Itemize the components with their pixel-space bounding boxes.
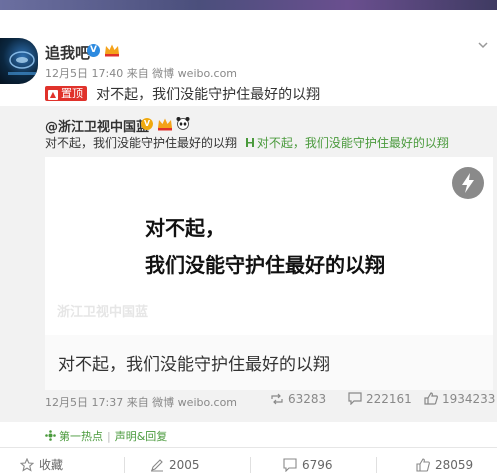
repost-link[interactable]: 对不起，我们没能守护住最好的以翔 <box>241 136 449 150</box>
repost-button-count: 2005 <box>169 458 200 472</box>
watermark: 浙江卫视中国蓝 <box>57 305 149 320</box>
like-button-count: 28059 <box>435 458 474 472</box>
pinned-label: 置顶 <box>61 87 83 100</box>
comment-count-value: 222161 <box>366 392 412 406</box>
repost-count-value: 63283 <box>288 392 327 406</box>
repost-body: 对不起，我们没能守护住最好的以翔 <box>45 136 238 150</box>
repost-author[interactable]: @浙江卫视中国蓝 <box>45 116 149 135</box>
crown-badge-icon <box>105 44 119 57</box>
caption-text: 对不起，我们没能守护住最好的以翔 <box>58 355 330 375</box>
favorite-button[interactable]: 收藏 <box>19 457 64 473</box>
edit-icon <box>151 459 163 472</box>
action-separator <box>250 457 251 473</box>
pin-arrow-icon: ▲ <box>48 90 58 100</box>
chevron-down-icon[interactable] <box>478 40 488 50</box>
repost-icon <box>271 393 283 405</box>
verified-gold-icon: V <box>141 118 153 130</box>
weibo-card: 追我吧 V 12月5日 17:40 来自 微博 weibo.com ▲ 置顶 对不… <box>0 10 497 473</box>
crown-badge-icon <box>158 118 172 131</box>
repost-block: @浙江卫视中国蓝 V 对不起，我们没能守护住最好的以翔 对不起，我们没能守护住最… <box>0 106 497 422</box>
post-text: 对不起，我们没能守护住最好的以翔 <box>96 86 321 103</box>
repost-link-text[interactable]: 对不起，我们没能守护住最好的以翔 <box>257 136 449 150</box>
repost-text: 对不起，我们没能守护住最好的以翔 对不起，我们没能守护住最好的以翔 <box>45 134 449 151</box>
comment-icon <box>348 392 362 406</box>
author-name[interactable]: 追我吧 <box>45 42 90 63</box>
thumbs-up-icon <box>424 392 438 405</box>
comment-button-count: 6796 <box>302 458 333 472</box>
action-separator <box>124 457 125 473</box>
video-link-icon <box>245 138 254 147</box>
comment-icon <box>283 458 297 473</box>
like-button[interactable]: 28059 <box>416 457 473 473</box>
repost-count[interactable]: 63283 <box>270 392 326 406</box>
comment-button[interactable]: 6796 <box>283 457 333 473</box>
post-meta: 12月5日 17:40 来自 微博 weibo.com <box>45 67 238 80</box>
thumbs-up-icon <box>416 458 430 472</box>
topic-row: 第一热点 | 声明&回复 <box>45 428 167 444</box>
media-text-line2: 我们没能守护住最好的以翔 <box>145 253 385 277</box>
panda-icon <box>176 117 190 130</box>
divider <box>0 447 497 448</box>
media-text-line1: 对不起， <box>145 216 225 240</box>
topic-hot-link[interactable]: 第一热点 <box>59 430 103 443</box>
action-separator <box>376 457 377 473</box>
lightning-icon[interactable] <box>452 167 484 199</box>
topic-icon <box>45 430 56 441</box>
like-count[interactable]: 1934233 <box>424 392 495 406</box>
comment-count[interactable]: 222161 <box>348 392 412 406</box>
star-icon <box>19 457 35 472</box>
topic-separator: | <box>107 430 111 443</box>
topic-statement-link[interactable]: 声明&回复 <box>115 430 168 443</box>
pinned-badge: ▲ 置顶 <box>45 86 87 101</box>
video-card[interactable]: 对不起， 我们没能守护住最好的以翔 浙江卫视中国蓝 <box>45 157 493 335</box>
verified-icon: V <box>87 44 100 57</box>
avatar[interactable] <box>0 38 38 84</box>
repost-meta: 12月5日 17:37 来自 微博 weibo.com <box>45 396 238 409</box>
favorite-label: 收藏 <box>39 458 64 472</box>
top-banner <box>0 0 497 10</box>
pinned-row: ▲ 置顶 对不起，我们没能守护住最好的以翔 <box>45 83 321 103</box>
like-count-value: 1934233 <box>442 392 496 406</box>
video-caption[interactable]: 对不起，我们没能守护住最好的以翔 <box>45 335 493 390</box>
repost-button[interactable]: 2005 <box>150 457 200 473</box>
